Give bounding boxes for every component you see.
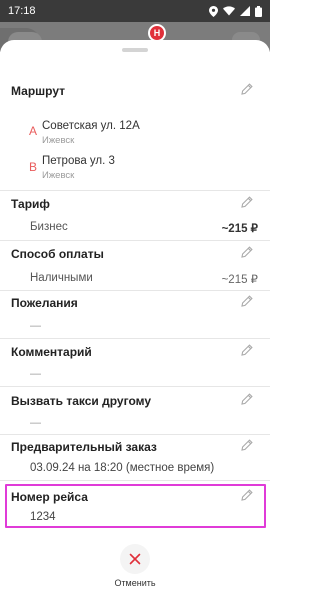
comment-edit-icon[interactable]	[240, 343, 254, 357]
route-title: Маршрут	[11, 84, 66, 98]
divider	[0, 240, 270, 241]
order-details-sheet: Маршрут A Советская ул. 12А Ижевск B Пет…	[0, 40, 270, 600]
call-for-other-edit-icon[interactable]	[240, 392, 254, 406]
payment-title: Способ оплаты	[11, 247, 104, 261]
divider	[0, 190, 270, 191]
divider	[0, 338, 270, 339]
payment-method: Наличными	[30, 272, 93, 284]
comment-value: —	[30, 368, 41, 380]
divider	[0, 434, 270, 435]
divider	[0, 386, 270, 387]
route-point-b-street[interactable]: Петрова ул. 3	[42, 155, 115, 167]
close-icon	[129, 553, 141, 565]
status-icons	[209, 5, 262, 17]
location-icon	[209, 5, 218, 17]
tariff-price: ~215 ₽	[221, 223, 258, 235]
route-point-a-street[interactable]: Советская ул. 12А	[42, 120, 140, 132]
wishes-title: Пожелания	[11, 296, 78, 310]
battery-icon	[255, 5, 262, 17]
comment-title: Комментарий	[11, 345, 92, 359]
divider	[0, 290, 270, 291]
wifi-icon	[223, 6, 235, 16]
tariff-edit-icon[interactable]	[240, 195, 254, 209]
route-edit-icon[interactable]	[240, 82, 254, 96]
flight-number-edit-icon[interactable]	[240, 488, 254, 502]
sheet-drag-handle[interactable]	[122, 48, 148, 52]
wishes-value: —	[30, 320, 41, 332]
cancel-area: Отменить	[0, 540, 270, 600]
route-point-b-marker: B	[29, 160, 38, 174]
preorder-title: Предварительный заказ	[11, 440, 157, 454]
preorder-edit-icon[interactable]	[240, 438, 254, 452]
route-point-a-marker: A	[29, 124, 38, 138]
call-for-other-value: —	[30, 417, 41, 429]
wishes-edit-icon[interactable]	[240, 294, 254, 308]
cancel-button[interactable]	[120, 544, 150, 574]
status-time: 17:18	[8, 5, 36, 17]
payment-price: ~215 ₽	[221, 274, 258, 286]
divider	[0, 480, 270, 481]
cancel-label[interactable]: Отменить	[0, 578, 270, 588]
flight-number-title: Номер рейса	[11, 490, 88, 504]
signal-icon	[240, 6, 250, 16]
payment-edit-icon[interactable]	[240, 245, 254, 259]
tariff-title: Тариф	[11, 197, 50, 211]
tariff-name: Бизнес	[30, 221, 68, 233]
route-point-b-city: Ижевск	[42, 170, 75, 181]
preorder-value: 03.09.24 на 18:20 (местное время)	[30, 462, 215, 474]
flight-number-value[interactable]: 1234	[30, 511, 56, 523]
route-point-a-city: Ижевск	[42, 135, 75, 146]
call-for-other-title: Вызвать такси другому	[11, 394, 152, 408]
status-bar: 17:18	[0, 0, 270, 22]
